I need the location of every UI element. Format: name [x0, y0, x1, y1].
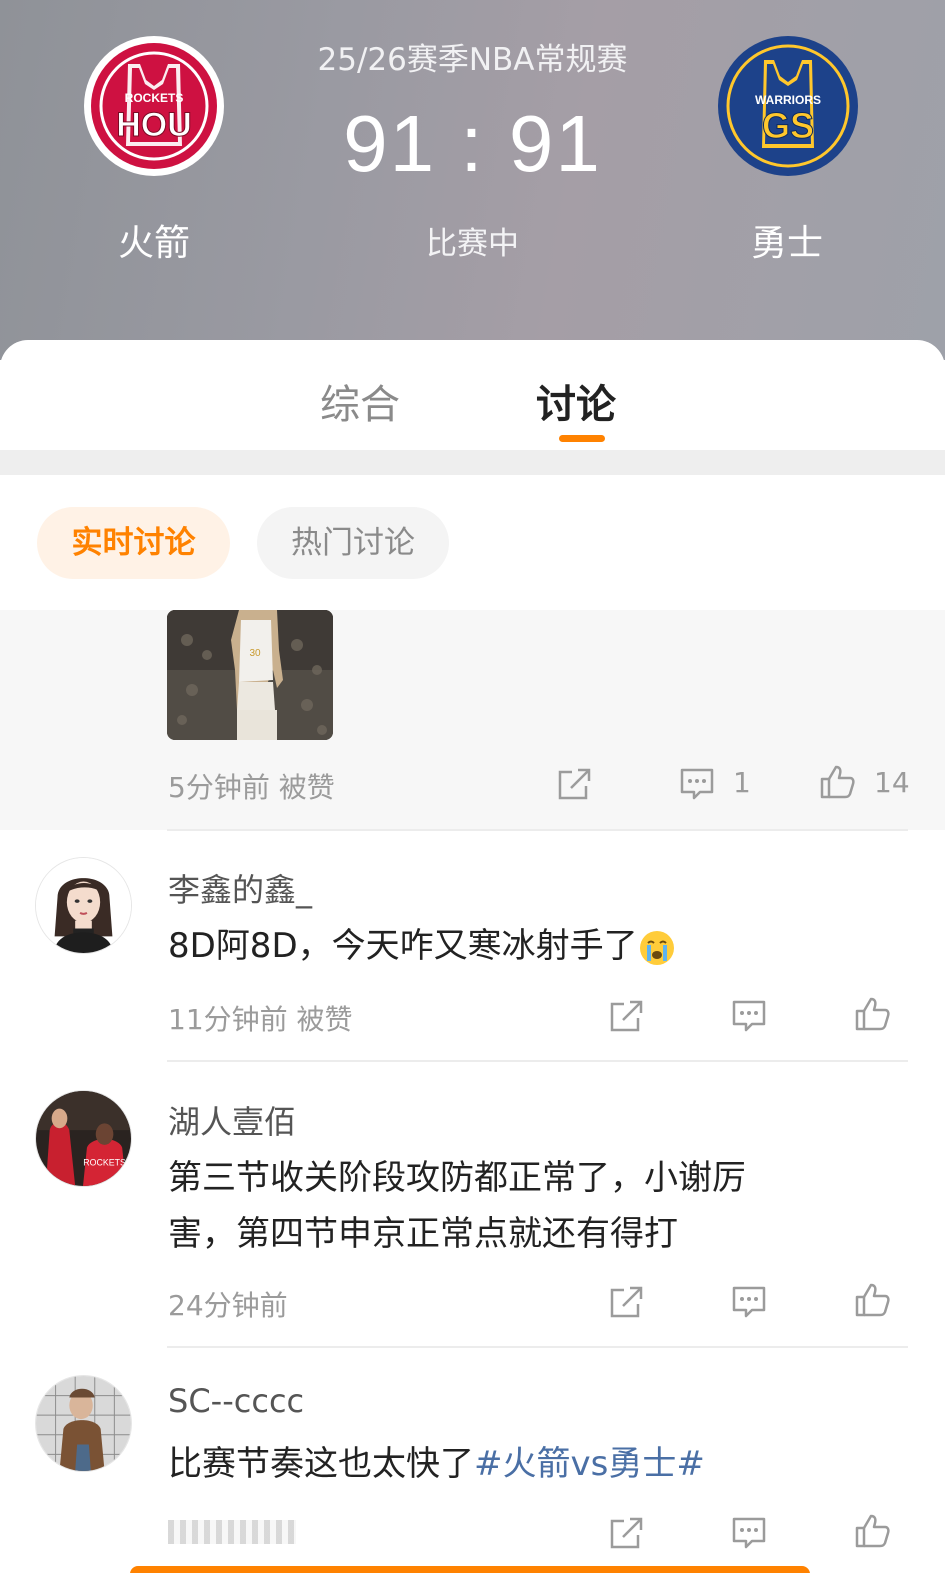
- comment-username[interactable]: 湖人壹佰: [168, 1097, 296, 1143]
- comment-username[interactable]: 李鑫的鑫_: [168, 865, 312, 911]
- comment-body: 比赛节奏这也太快了: [168, 1444, 474, 1484]
- comment-icon[interactable]: [678, 766, 716, 802]
- avatar[interactable]: [35, 857, 132, 954]
- filter-live-discussion[interactable]: 实时讨论: [37, 507, 230, 579]
- bottom-input-bar-edge: [130, 1566, 810, 1573]
- like-icon[interactable]: [853, 996, 891, 1032]
- like-icon[interactable]: [853, 1282, 891, 1318]
- comment-icon[interactable]: [730, 1515, 768, 1551]
- topic-link[interactable]: #火箭vs勇士#: [474, 1444, 705, 1484]
- score: 91 : 91: [343, 99, 602, 188]
- tab-bar: 综合 讨论: [0, 340, 945, 450]
- post-image[interactable]: 30: [167, 610, 333, 740]
- filter-hot-discussion[interactable]: 热门讨论: [257, 507, 449, 579]
- comment-icon[interactable]: [730, 998, 768, 1034]
- comment-meta-placeholder: [168, 1520, 296, 1544]
- divider: [167, 1060, 908, 1062]
- share-icon[interactable]: [607, 1284, 645, 1320]
- season-title: 25/26赛季NBA常规赛: [317, 42, 628, 78]
- svg-text:30: 30: [249, 648, 261, 659]
- section-separator: [0, 450, 945, 475]
- share-icon[interactable]: [555, 766, 593, 802]
- game-header: ROCKETS HOU WARRIORS GS 25/26赛季NBA常规赛 91…: [0, 0, 945, 360]
- comment-text: 比赛节奏这也太快了#火箭vs勇士#: [168, 1436, 868, 1492]
- like-icon[interactable]: [853, 1513, 891, 1549]
- comment-meta: 24分钟前: [168, 1289, 288, 1322]
- comment-username[interactable]: SC--cccc: [168, 1382, 304, 1420]
- comment-text: 第三节收关阶段攻防都正常了，小谢厉 害，第四节申京正常点就还有得打: [168, 1150, 908, 1262]
- comment-count: 1: [733, 766, 751, 799]
- post-card: 30 5分钟前 被赞 1 14: [0, 610, 945, 830]
- post-meta: 5分钟前 被赞: [168, 771, 335, 804]
- divider: [167, 1346, 908, 1348]
- share-icon[interactable]: [607, 1515, 645, 1551]
- comment-text: 8D阿8D，今天咋又寒冰射手了: [168, 918, 868, 974]
- svg-text:ROCKETS: ROCKETS: [83, 1157, 126, 1167]
- like-icon[interactable]: [818, 764, 856, 800]
- away-team-name[interactable]: 勇士: [687, 214, 887, 266]
- content-panel: 综合 讨论 实时讨论 热门讨论 30 5分钟前 被赞 1 14 李鑫的鑫_ 8D…: [0, 340, 945, 1573]
- share-icon[interactable]: [607, 998, 645, 1034]
- tab-overview[interactable]: 综合: [320, 372, 400, 430]
- tab-discussion[interactable]: 讨论: [536, 372, 616, 430]
- comment-body: 8D阿8D，今天咋又寒冰射手了: [168, 926, 638, 966]
- home-team-name[interactable]: 火箭: [54, 214, 254, 266]
- active-tab-indicator: [559, 435, 605, 442]
- avatar[interactable]: ROCKETS: [35, 1090, 132, 1187]
- avatar[interactable]: [35, 1375, 132, 1472]
- crying-face-icon: [639, 930, 674, 965]
- like-count: 14: [874, 766, 910, 799]
- comment-meta: 11分钟前 被赞: [168, 1003, 353, 1036]
- comment-icon[interactable]: [730, 1284, 768, 1320]
- divider: [167, 829, 908, 831]
- comment-line: 害，第四节申京正常点就还有得打: [168, 1214, 678, 1254]
- comment-line: 第三节收关阶段攻防都正常了，小谢厉: [168, 1158, 746, 1198]
